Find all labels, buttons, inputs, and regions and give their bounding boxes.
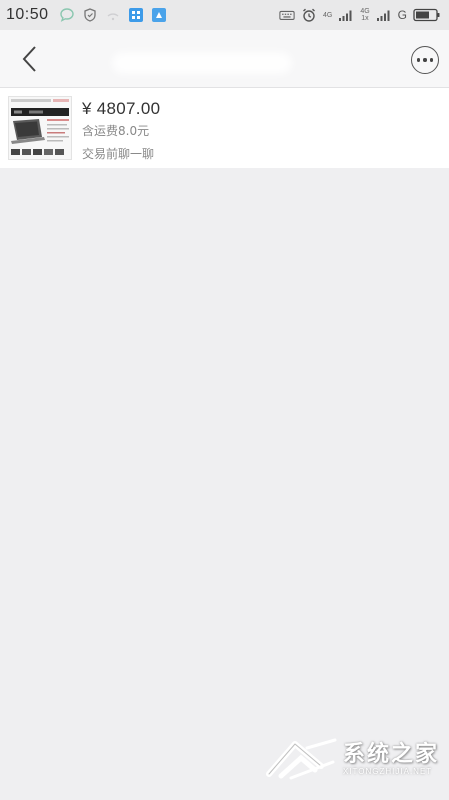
back-button[interactable] bbox=[14, 42, 46, 76]
message-app-icon bbox=[59, 7, 75, 23]
status-bar: 10:50 4G 4G 1x G bbox=[0, 0, 449, 30]
chevron-left-icon bbox=[22, 46, 36, 72]
status-time: 10:50 bbox=[6, 6, 49, 23]
item-price: ¥ 4807.00 bbox=[82, 99, 161, 118]
watermark-text: 系统之家 XITONGZHIJIA.NET bbox=[342, 741, 439, 776]
signal-icon bbox=[376, 7, 392, 23]
product-thumbnail[interactable] bbox=[8, 96, 72, 160]
item-shipping: 含运费8.0元 bbox=[82, 124, 150, 138]
status-left-icons bbox=[59, 7, 167, 23]
item-card[interactable]: ¥ 4807.00 含运费8.0元 交易前聊一聊 bbox=[0, 88, 449, 168]
laptop-product-thumbnail bbox=[9, 97, 71, 159]
signal-icon bbox=[338, 7, 354, 23]
carrier-label: G bbox=[397, 8, 407, 22]
watermark-subtitle: XITONGZHIJIA.NET bbox=[342, 766, 433, 776]
keyboard-icon bbox=[279, 7, 295, 23]
watermark-title: 系统之家 bbox=[342, 741, 439, 767]
alarm-icon bbox=[301, 7, 317, 23]
app-icon bbox=[151, 7, 167, 23]
pre-trade-chat-link[interactable]: 交易前聊一聊 bbox=[82, 145, 154, 162]
network-type-label: 4G bbox=[322, 11, 333, 19]
shield-icon bbox=[82, 7, 98, 23]
house-logo-icon bbox=[265, 738, 337, 780]
more-horizontal-icon bbox=[429, 58, 434, 62]
more-horizontal-icon bbox=[416, 58, 421, 62]
qr-app-icon bbox=[128, 7, 144, 23]
redacted-title-overlay bbox=[112, 52, 292, 74]
wifi-icon bbox=[105, 7, 121, 23]
watermark: 系统之家 XITONGZHIJIA.NET bbox=[265, 736, 439, 782]
status-right-icons: 4G 4G 1x G bbox=[279, 7, 441, 23]
more-horizontal-icon bbox=[423, 58, 427, 62]
more-button[interactable] bbox=[411, 46, 439, 74]
battery-icon bbox=[413, 8, 441, 22]
network-type-label: 4G 1x bbox=[360, 8, 370, 22]
